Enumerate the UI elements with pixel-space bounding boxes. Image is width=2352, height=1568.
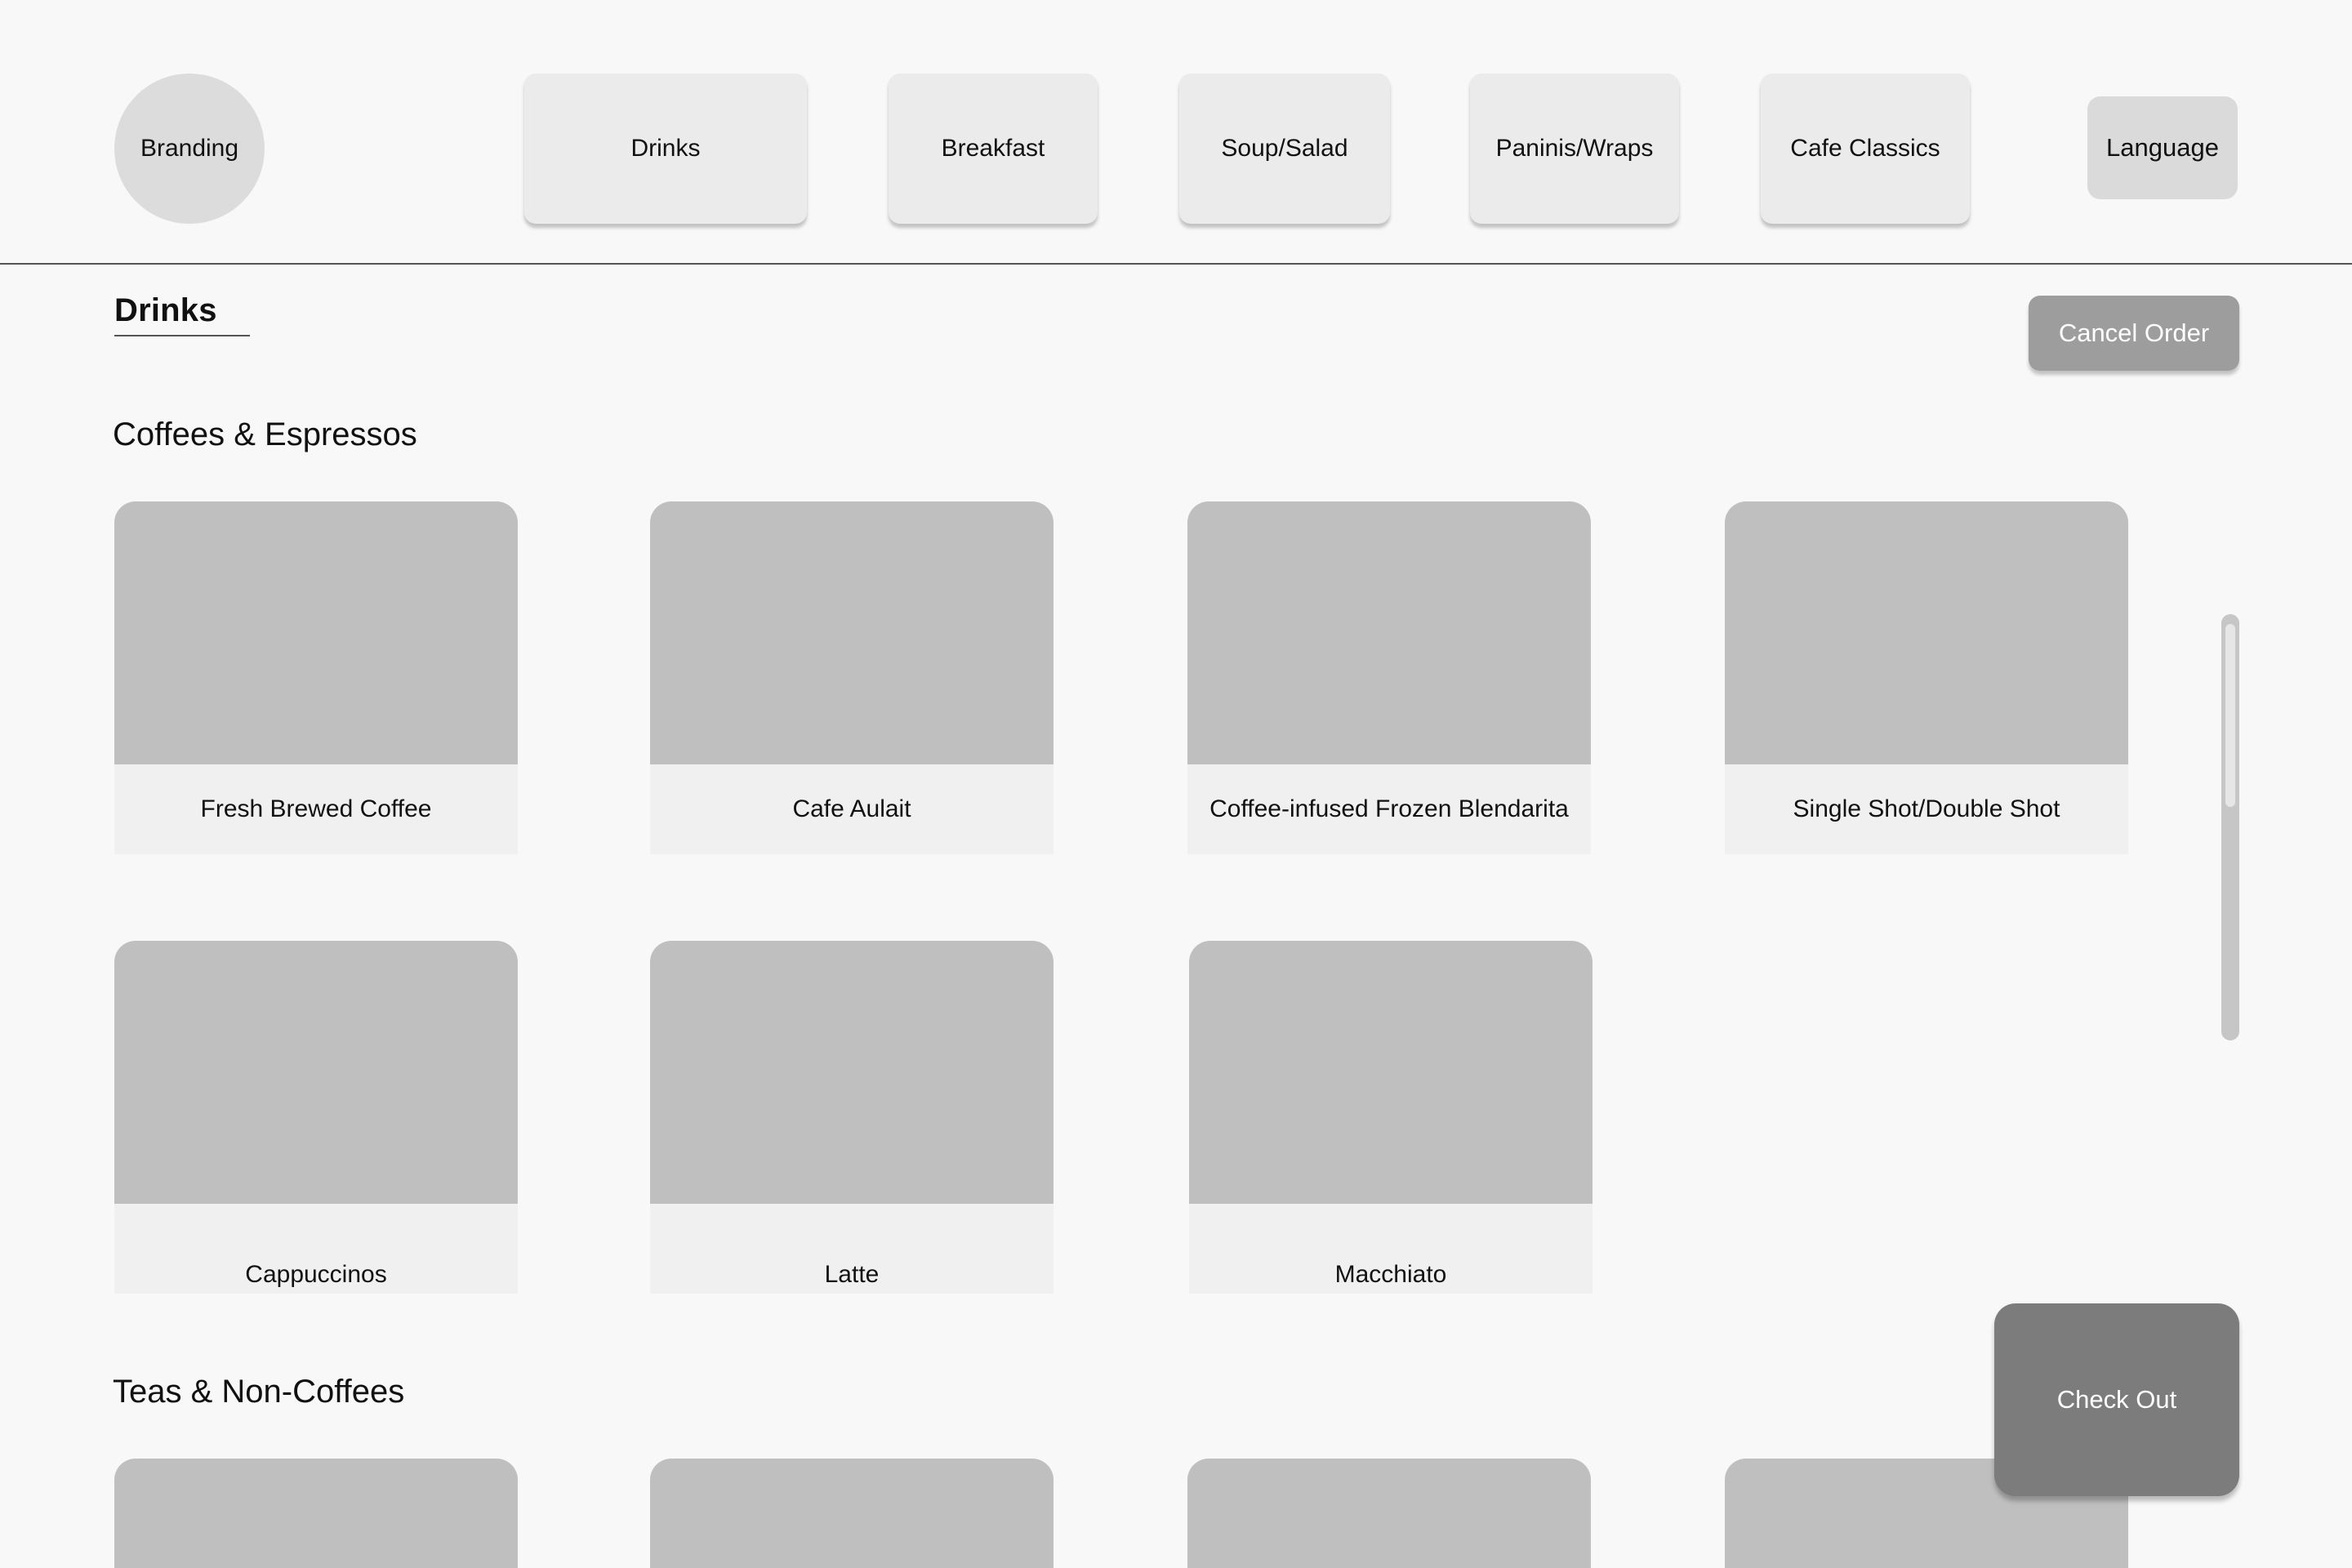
item-image-placeholder (1187, 501, 1591, 764)
menu-item-card[interactable]: Fresh Brewed Coffee (114, 501, 518, 854)
top-navigation: Branding Drinks Breakfast Soup/Salad Pan… (0, 0, 2352, 265)
menu-item-card[interactable]: Latte (650, 941, 1054, 1294)
tab-breakfast[interactable]: Breakfast (889, 74, 1098, 224)
item-label: Coffee-infused Frozen Blendarita (1187, 764, 1591, 854)
kiosk-page: Branding Drinks Breakfast Soup/Salad Pan… (0, 0, 2352, 1568)
scrollbar-thumb[interactable] (2225, 624, 2235, 807)
item-image-placeholder (114, 941, 518, 1204)
menu-item-card[interactable]: Macchiato (1189, 941, 1592, 1294)
item-image-placeholder (114, 501, 518, 764)
menu-item-card-partial[interactable] (650, 1459, 1054, 1568)
cancel-order-button[interactable]: Cancel Order (2029, 296, 2239, 371)
tab-cafe-classics[interactable]: Cafe Classics (1761, 74, 1970, 224)
tab-soup-salad[interactable]: Soup/Salad (1179, 74, 1390, 224)
item-image-placeholder (650, 501, 1054, 764)
tab-paninis-wraps[interactable]: Paninis/Wraps (1470, 74, 1679, 224)
item-label: Cappuccinos (114, 1204, 518, 1294)
category-title-coffees: Coffees & Espressos (113, 416, 417, 452)
page-title: Drinks (114, 292, 217, 328)
menu-item-card[interactable]: Coffee-infused Frozen Blendarita (1187, 501, 1591, 854)
category-title-teas: Teas & Non-Coffees (113, 1374, 405, 1410)
menu-item-card-partial[interactable] (1187, 1459, 1591, 1568)
item-label: Latte (650, 1204, 1054, 1294)
page-title-underline (114, 335, 250, 336)
item-image-placeholder (650, 941, 1054, 1204)
item-label: Single Shot/Double Shot (1725, 764, 2128, 854)
tab-drinks[interactable]: Drinks (524, 74, 807, 224)
item-label: Cafe Aulait (650, 764, 1054, 854)
menu-item-card[interactable]: Cappuccinos (114, 941, 518, 1294)
scrollbar-track[interactable] (2221, 614, 2239, 1040)
item-image-placeholder (1725, 501, 2128, 764)
menu-item-card[interactable]: Cafe Aulait (650, 501, 1054, 854)
language-button[interactable]: Language (2087, 96, 2238, 199)
item-image-placeholder (1189, 941, 1592, 1204)
item-label: Fresh Brewed Coffee (114, 764, 518, 854)
menu-item-card-partial[interactable] (114, 1459, 518, 1568)
menu-item-card[interactable]: Single Shot/Double Shot (1725, 501, 2128, 854)
item-label: Macchiato (1189, 1204, 1592, 1294)
check-out-button[interactable]: Check Out (1994, 1303, 2239, 1496)
branding-logo[interactable]: Branding (114, 74, 265, 224)
